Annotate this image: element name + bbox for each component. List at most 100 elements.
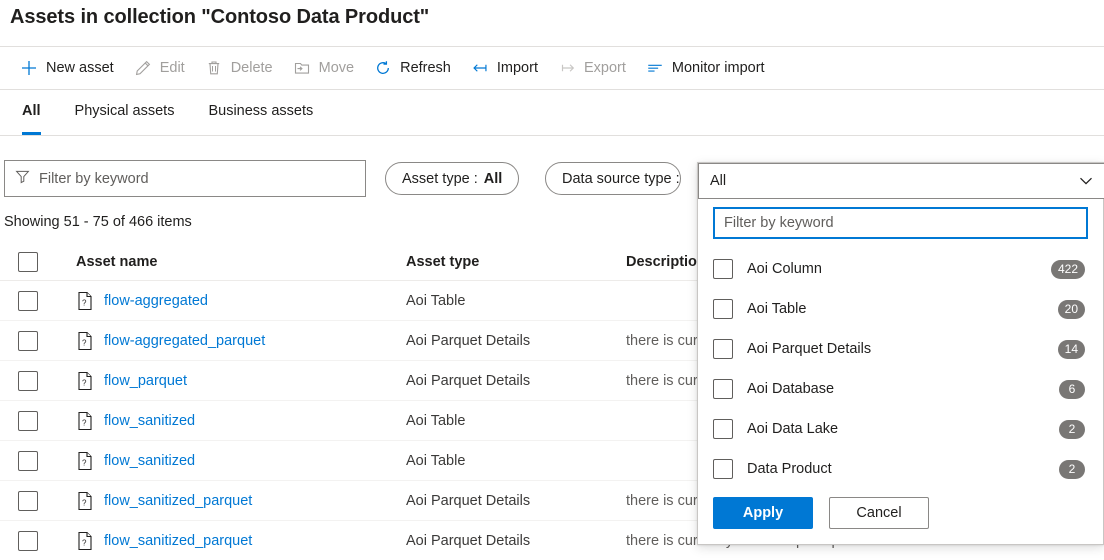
option-count-badge: 2 [1059,419,1085,439]
import-label: Import [496,60,538,76]
asset-name-link[interactable]: flow-aggregated [104,293,208,309]
row-checkbox[interactable] [18,410,38,431]
refresh-label: Refresh [400,60,451,76]
trash-icon [205,59,223,77]
svg-text:?: ? [82,538,87,547]
option-label: Aoi Parquet Details [747,341,872,357]
tab-physical-assets[interactable]: Physical assets [63,90,187,135]
asset-type-filter-pill[interactable]: Asset type : All [385,162,520,195]
asset-name-cell: ? flow_sanitized_parquet [76,491,406,511]
dropdown-panel: Filter by keyword Aoi Column 422 Aoi Tab… [698,199,1103,544]
asset-name-cell: ? flow_sanitized_parquet [76,531,406,551]
edit-label: Edit [159,60,185,76]
cancel-button[interactable]: Cancel [829,497,929,529]
dropdown-option-list: Aoi Column 422 Aoi Table 20 Aoi Parquet … [698,249,1103,489]
asset-type-filter-label: Asset type : [402,170,478,187]
option-count-badge: 2 [1059,459,1085,479]
asset-name-link[interactable]: flow_sanitized [104,453,195,469]
asset-tabs: All Physical assets Business assets [0,90,1104,136]
import-arrow-icon [471,59,489,77]
asset-type-cell: Aoi Table [406,292,466,309]
asset-name-link[interactable]: flow_parquet [104,373,187,389]
asset-type-cell: Aoi Parquet Details [406,332,531,349]
dropdown-option-aoi-data-lake[interactable]: Aoi Data Lake 2 [698,409,1103,449]
edit-button[interactable]: Edit [124,51,195,85]
delete-button[interactable]: Delete [195,51,283,85]
option-count-badge: 422 [1050,259,1085,279]
option-checkbox[interactable] [713,299,733,319]
document-question-icon: ? [76,371,94,391]
dropdown-option-aoi-parquet-details[interactable]: Aoi Parquet Details 14 [698,329,1103,369]
row-select-cell [0,490,76,511]
option-checkbox[interactable] [713,339,733,359]
command-bar: New asset Edit Delete Move Refresh Impor… [0,46,1104,90]
option-count-badge: 20 [1057,299,1085,319]
import-button[interactable]: Import [461,51,548,85]
option-label: Data Product [747,461,832,477]
delete-label: Delete [230,60,273,76]
asset-name-link[interactable]: flow-aggregated_parquet [104,333,265,349]
row-checkbox[interactable] [18,450,38,471]
option-checkbox[interactable] [713,419,733,439]
asset-type-cell: Aoi Table [406,452,466,469]
data-source-type-combobox[interactable]: All [698,163,1104,199]
option-checkbox[interactable] [713,259,733,279]
row-checkbox[interactable] [18,290,38,311]
row-checkbox[interactable] [18,490,38,511]
asset-name-link[interactable]: flow_sanitized_parquet [104,493,252,509]
option-checkbox[interactable] [713,459,733,479]
apply-button[interactable]: Apply [713,497,813,529]
results-count: Showing 51 - 75 of 466 items [4,214,192,230]
search-input-placeholder: Filter by keyword [39,170,149,187]
refresh-icon [374,59,392,77]
option-label: Aoi Table [747,301,807,317]
row-checkbox[interactable] [18,530,38,551]
asset-catalog-page: Assets in collection "Contoso Data Produ… [0,0,1104,560]
option-label: Aoi Data Lake [747,421,839,437]
asset-type-cell: Aoi Table [406,412,466,429]
tab-all[interactable]: All [10,90,53,135]
export-label: Export [583,60,626,76]
export-button[interactable]: Export [548,51,636,85]
asset-name-link[interactable]: flow_sanitized_parquet [104,533,252,549]
monitor-import-button[interactable]: Monitor import [636,51,775,85]
row-select-cell [0,370,76,391]
row-checkbox[interactable] [18,370,38,391]
dropdown-option-aoi-database[interactable]: Aoi Database 6 [698,369,1103,409]
data-source-type-filter-pill[interactable]: Data source type : [545,162,681,195]
asset-type-cell: Aoi Parquet Details [406,532,531,549]
dropdown-option-aoi-column[interactable]: Aoi Column 422 [698,249,1103,289]
plus-icon [20,59,38,77]
column-header-asset-type[interactable]: Asset type [406,254,626,270]
svg-text:?: ? [82,418,87,427]
asset-name-cell: ? flow_parquet [76,371,406,391]
row-checkbox[interactable] [18,330,38,351]
asset-name-cell: ? flow_sanitized [76,451,406,471]
search-input[interactable]: Filter by keyword [4,160,366,197]
asset-name-cell: ? flow-aggregated_parquet [76,331,406,351]
page-title: Assets in collection "Contoso Data Produ… [10,6,430,28]
refresh-button[interactable]: Refresh [364,51,461,85]
column-header-asset-name[interactable]: Asset name [76,254,406,270]
dropdown-search-input[interactable]: Filter by keyword [713,207,1088,239]
tab-business-assets[interactable]: Business assets [196,90,325,135]
document-question-icon: ? [76,411,94,431]
option-count-badge: 6 [1059,379,1085,399]
dropdown-option-aoi-table[interactable]: Aoi Table 20 [698,289,1103,329]
svg-text:?: ? [82,498,87,507]
option-checkbox[interactable] [713,379,733,399]
asset-name-link[interactable]: flow_sanitized [104,413,195,429]
row-select-cell [0,410,76,431]
select-all-checkbox[interactable] [18,251,38,272]
dropdown-actions: Apply Cancel [698,482,1103,544]
row-select-cell [0,530,76,551]
new-asset-button[interactable]: New asset [10,51,124,85]
option-label: Aoi Database [747,381,835,397]
move-button[interactable]: Move [283,51,364,85]
data-source-type-filter-label: Data source type : [562,170,680,187]
row-select-cell [0,290,76,311]
svg-text:?: ? [82,458,87,467]
asset-type-filter-value: All [483,170,503,187]
svg-text:?: ? [82,338,87,347]
monitor-import-label: Monitor import [671,60,765,76]
